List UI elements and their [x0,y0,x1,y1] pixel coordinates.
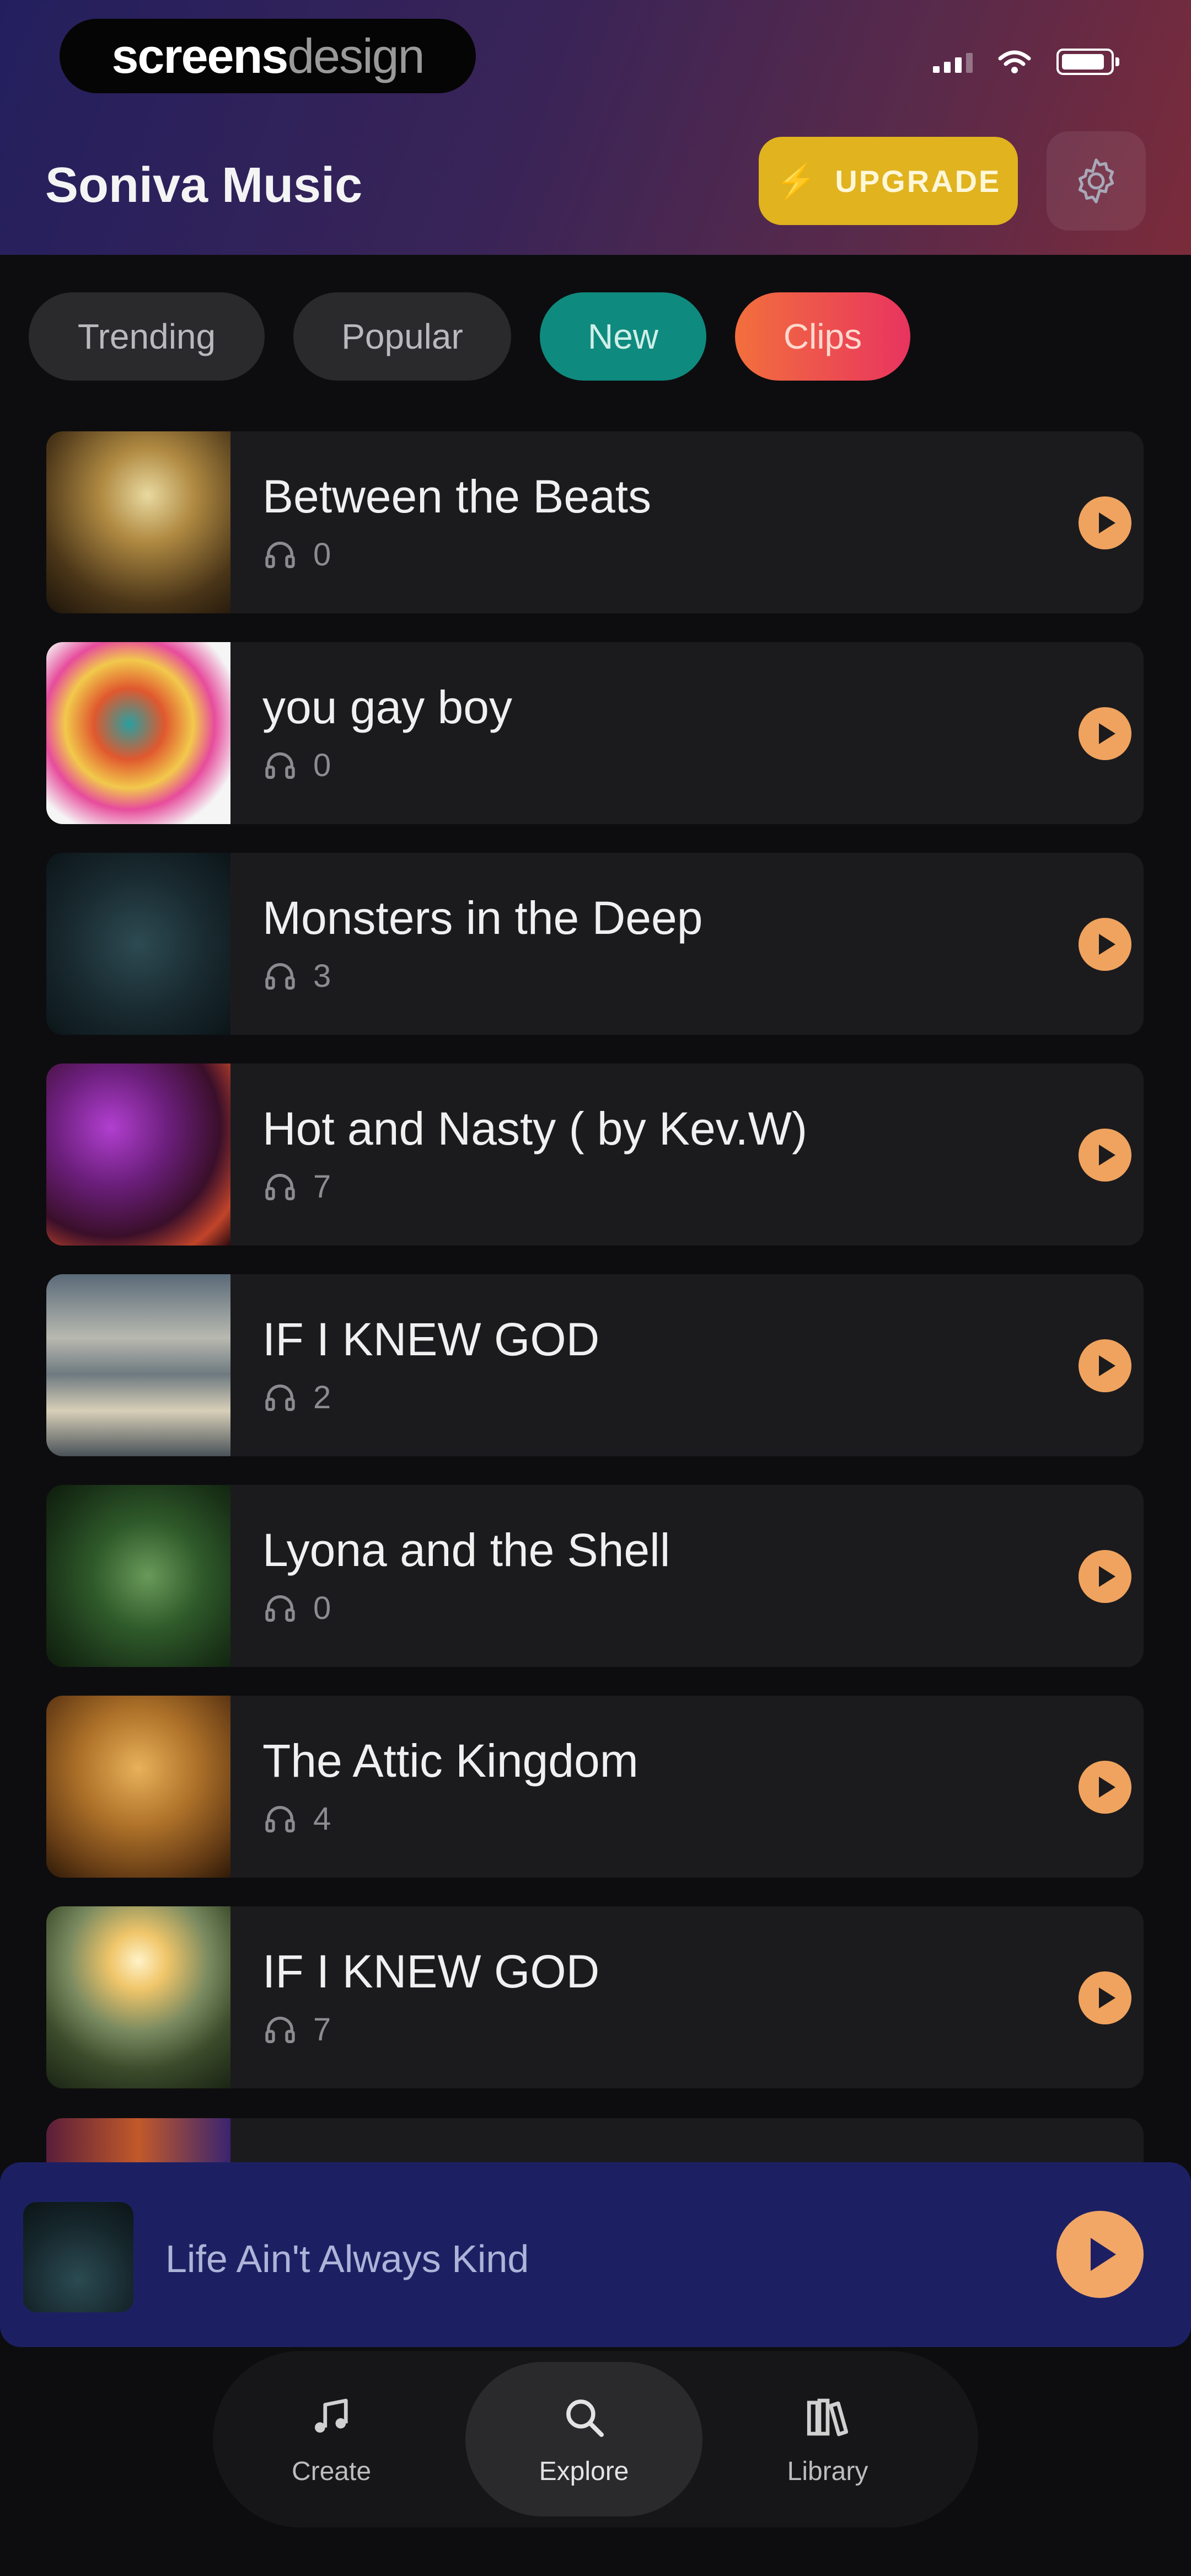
song-artwork [46,1485,230,1667]
song-row[interactable]: Between the Beats 0 [46,431,1144,613]
song-plays: 0 [262,1590,331,1627]
headphones-icon [265,1173,295,1200]
headphones-icon [265,541,295,568]
bottom-nav: Create Explore Library [213,2351,978,2527]
play-count: 7 [313,2012,331,2048]
song-artwork [46,1063,230,1246]
headphones-icon [265,1805,295,1832]
library-books-icon [807,2398,849,2436]
nav-library[interactable]: Library [709,2362,946,2516]
music-notes-icon [315,2398,348,2433]
headphones-icon [265,2016,295,2043]
play-count: 0 [313,747,331,783]
wifi-icon [998,50,1031,73]
play-count: 4 [313,1801,331,1837]
song-title: Monsters in the Deep [262,892,703,944]
nav-explore-label: Explore [539,2456,629,2486]
song-plays: 0 [262,536,331,573]
song-title: Lyona and the Shell [262,1524,670,1576]
play-button[interactable] [1079,1971,1131,2024]
headphones-icon [265,1595,295,1622]
song-row-partial[interactable] [46,2118,1144,2162]
song-plays: 3 [262,958,331,995]
play-button[interactable] [1079,918,1131,971]
play-count: 0 [313,1590,331,1626]
song-row[interactable]: IF I KNEW GOD 2 [46,1274,1144,1456]
song-row[interactable]: The Attic Kingdom 4 [46,1696,1144,1878]
settings-button[interactable] [1047,131,1146,231]
play-button[interactable] [1079,496,1131,549]
headphones-icon [265,963,295,990]
play-button[interactable] [1079,1550,1131,1603]
nav-explore[interactable]: Explore [465,2362,702,2516]
song-artwork [46,1274,230,1456]
song-plays: 7 [262,2011,331,2048]
song-artwork [46,853,230,1035]
song-title: The Attic Kingdom [262,1735,639,1787]
filter-clips[interactable]: Clips [735,292,910,381]
play-button[interactable] [1079,1761,1131,1814]
now-playing-play-button[interactable] [1056,2211,1144,2298]
play-count: 2 [313,1380,331,1415]
song-row[interactable]: Monsters in the Deep 3 [46,853,1144,1035]
play-count: 0 [313,537,331,573]
gear-icon [1078,158,1114,204]
lightning-bolt-icon: ⚡ [775,162,819,200]
song-title: IF I KNEW GOD [262,1946,600,1997]
search-icon [566,2399,604,2437]
app-title: Soniva Music [45,158,363,213]
song-artwork [46,2118,230,2162]
song-artwork [46,1696,230,1878]
filter-popular[interactable]: Popular [293,292,511,381]
now-playing-bar[interactable]: Life Ain't Always Kind [0,2162,1191,2347]
nav-create-label: Create [291,2456,372,2486]
song-row[interactable]: Lyona and the Shell 0 [46,1485,1144,1667]
play-button[interactable] [1079,707,1131,760]
cellular-signal-icon [933,51,973,73]
song-plays: 2 [262,1379,331,1416]
song-title: you gay boy [262,681,512,733]
song-row[interactable]: IF I KNEW GOD 7 [46,1906,1144,2088]
nav-library-label: Library [787,2456,868,2486]
song-artwork [46,1906,230,2088]
filter-pills: Trending Popular New Clips [29,292,910,381]
upgrade-button[interactable]: ⚡ UPGRADE [759,137,1018,225]
song-title: IF I KNEW GOD [262,1313,600,1365]
filter-trending[interactable]: Trending [29,292,265,381]
now-playing-artwork [23,2202,133,2312]
now-playing-title: Life Ain't Always Kind [165,2237,529,2280]
song-row[interactable]: you gay boy 0 [46,642,1144,824]
headphones-icon [265,1384,295,1411]
battery-icon [1056,49,1119,75]
status-icons [933,49,1119,75]
play-count: 3 [313,958,331,994]
watermark-light: design [287,28,425,83]
song-artwork [46,642,230,824]
song-plays: 0 [262,747,331,784]
play-button[interactable] [1079,1129,1131,1182]
screensdesign-watermark: screens design [60,19,476,93]
headphones-icon [265,752,295,779]
play-count: 7 [313,1169,331,1205]
song-artwork [46,431,230,613]
song-title: Between the Beats [262,471,652,522]
song-list: Between the Beats 0 you gay boy 0 Monste… [46,431,1144,2117]
nav-create[interactable]: Create [213,2362,450,2516]
song-row[interactable]: Hot and Nasty ( by Kev.W) 7 [46,1063,1144,1246]
play-button[interactable] [1079,1339,1131,1392]
app-header: screens design Soniva Music ⚡ UPGRADE [0,0,1191,255]
song-plays: 7 [262,1168,331,1205]
song-title: Hot and Nasty ( by Kev.W) [262,1103,808,1155]
filter-new[interactable]: New [540,292,706,381]
upgrade-label: UPGRADE [835,163,1001,199]
watermark-bold: screens [111,28,288,83]
song-plays: 4 [262,1800,331,1837]
